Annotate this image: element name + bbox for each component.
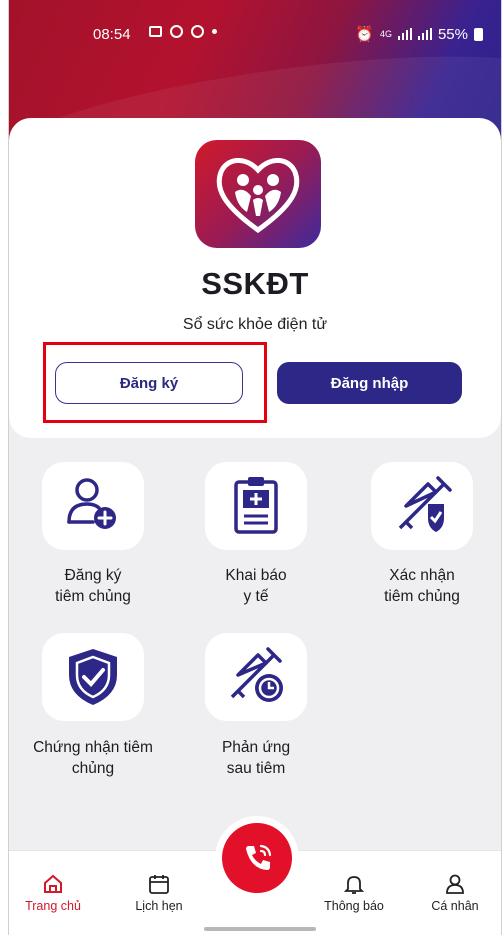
menu-label-vaccination-certificate: Chứng nhận tiêm chủng xyxy=(13,737,173,779)
signal-icon xyxy=(397,28,412,40)
app-screen: 08:54 ⏰ 4G 55% SSKĐT Sổ sức khỏe điện tử… xyxy=(8,0,502,935)
notification-dot-icon xyxy=(212,29,217,34)
label-line: Chứng nhận tiêm xyxy=(33,739,153,756)
home-icon xyxy=(44,874,62,893)
menu-tile-register-vaccination[interactable] xyxy=(42,462,144,550)
label-line: sau tiêm xyxy=(226,760,286,777)
vaccine-check-icon xyxy=(398,476,452,532)
menu-label-health-declaration: Khai báo y tế xyxy=(192,565,320,607)
label-line: Đăng ký xyxy=(64,567,122,584)
nav-item-notifications[interactable]: Thông báo xyxy=(314,873,394,913)
signal-icon xyxy=(417,28,432,40)
menu-label-confirm-vaccination: Xác nhận tiêm chủng xyxy=(358,565,486,607)
label-line: tiêm chủng xyxy=(55,588,131,605)
shield-check-icon xyxy=(69,649,117,705)
nav-label: Lịch hẹn xyxy=(135,899,183,913)
gallery-icon xyxy=(149,26,162,37)
app-logo xyxy=(195,140,321,248)
menu-label-register-vaccination: Đăng ký tiêm chủng xyxy=(29,565,157,607)
hotline-call-button[interactable] xyxy=(222,823,292,893)
clipboard-medical-icon xyxy=(234,477,278,534)
user-icon xyxy=(446,874,464,894)
label-line: tiêm chủng xyxy=(384,588,460,605)
login-button[interactable]: Đăng nhập xyxy=(277,362,462,404)
alarm-icon: ⏰ xyxy=(355,26,374,43)
nav-label: Cá nhân xyxy=(431,899,479,913)
bell-icon xyxy=(343,876,365,894)
label-line: y tế xyxy=(243,588,269,605)
app-subtitle: Sổ sức khỏe điện tử xyxy=(182,316,328,333)
highlight-box xyxy=(43,342,267,423)
label-line: Phản ứng xyxy=(221,739,291,756)
status-left-icons xyxy=(149,25,217,38)
menu-label-post-vaccination-reaction: Phản ứng sau tiêm xyxy=(192,737,320,779)
home-indicator xyxy=(204,927,316,931)
app-title: SSKĐT xyxy=(201,266,309,301)
status-time: 08:54 xyxy=(93,26,131,43)
nav-item-profile[interactable]: Cá nhân xyxy=(415,873,495,913)
label-line: Khai báo xyxy=(225,567,287,584)
status-right-icons: ⏰ 4G 55% xyxy=(355,25,483,43)
menu-tile-post-vaccination-reaction[interactable] xyxy=(205,633,307,721)
nav-label: Trang chủ xyxy=(25,899,81,913)
label-line: Xác nhận xyxy=(389,567,455,584)
nav-item-appointments[interactable]: Lịch hẹn xyxy=(119,873,199,913)
nav-item-home[interactable]: Trang chủ xyxy=(13,873,93,913)
label-line: chủng xyxy=(71,760,115,777)
calendar-icon xyxy=(149,875,169,894)
battery-percent: 55% xyxy=(437,25,468,43)
network-type: 4G xyxy=(379,29,392,39)
nav-label: Thông báo xyxy=(324,899,384,913)
phone-call-icon xyxy=(246,844,272,870)
menu-tile-health-declaration[interactable] xyxy=(205,462,307,550)
menu-tile-vaccination-certificate[interactable] xyxy=(42,633,144,721)
chat-icon xyxy=(191,25,204,38)
menu-tile-confirm-vaccination[interactable] xyxy=(371,462,473,550)
add-user-icon xyxy=(67,478,116,529)
status-bar: 08:54 ⏰ 4G 55% xyxy=(9,22,501,50)
vaccine-clock-icon xyxy=(230,647,283,702)
shield-icon xyxy=(170,25,183,38)
heart-family-icon xyxy=(216,158,300,234)
battery-icon xyxy=(474,27,483,41)
